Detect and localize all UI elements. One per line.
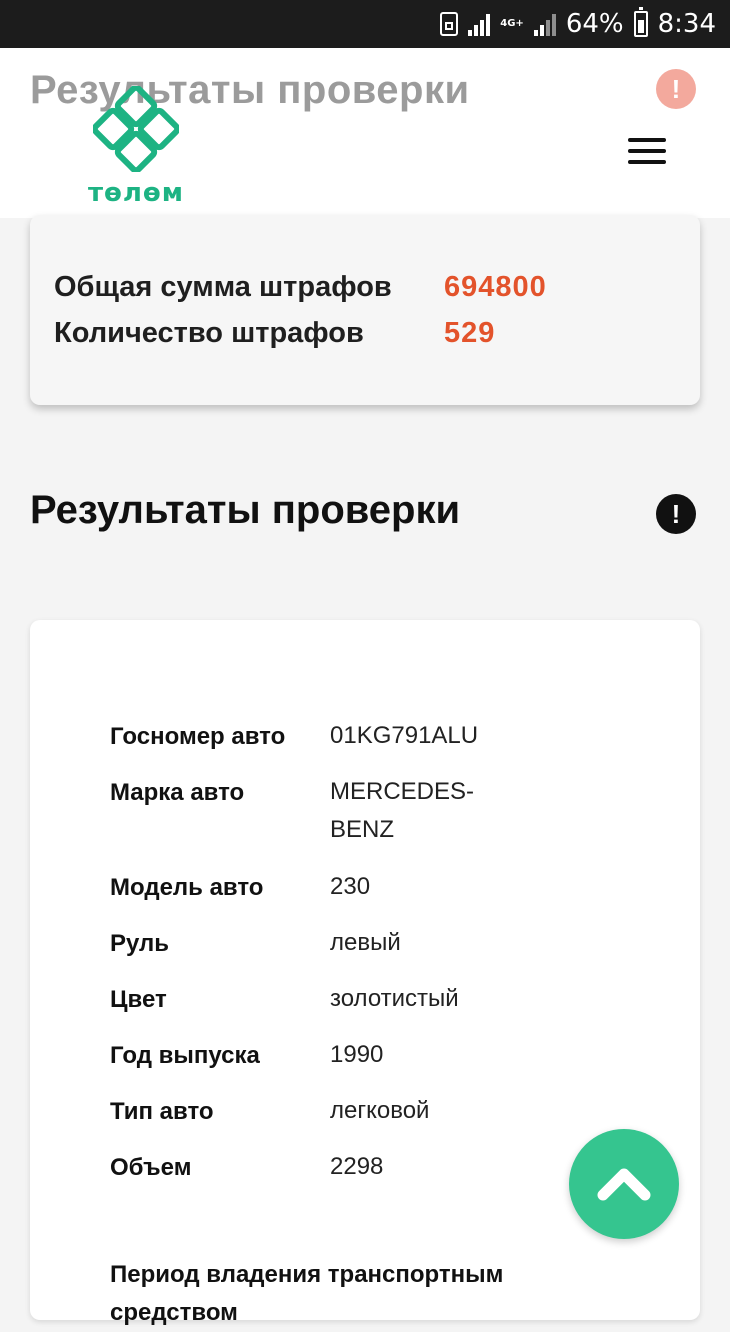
detail-label: Объем bbox=[110, 1154, 192, 1181]
signal-icon bbox=[468, 12, 491, 36]
logo-text: төлөм bbox=[87, 178, 185, 208]
detail-label: Год выпуска bbox=[110, 1042, 260, 1069]
total-fines-row: Общая сумма штрафов 694800 bbox=[54, 271, 546, 304]
detail-value: 01KG791ALU bbox=[330, 722, 479, 749]
battery-icon bbox=[633, 7, 648, 37]
exclamation-icon[interactable]: ! bbox=[656, 494, 696, 534]
detail-label: Тип авто bbox=[110, 1098, 214, 1125]
total-fines-label: Общая сумма штрафов bbox=[54, 271, 392, 303]
ownership-period-label: Период владения транспортным средством bbox=[110, 1261, 504, 1326]
detail-value: легковой bbox=[330, 1097, 430, 1124]
results-title: Результаты проверки bbox=[30, 488, 461, 532]
detail-value: 2298 bbox=[330, 1153, 384, 1180]
status-icons: 4G+ 64% 8:34 bbox=[440, 0, 716, 48]
clock: 8:34 bbox=[657, 9, 716, 39]
sim-card-icon bbox=[440, 12, 459, 36]
battery-percent: 64% bbox=[565, 9, 624, 39]
fines-count-value: 529 bbox=[444, 317, 496, 349]
logo-mark-icon bbox=[93, 86, 179, 172]
detail-label: Руль bbox=[110, 930, 170, 957]
detail-value: MERCEDES-BENZ bbox=[330, 778, 475, 843]
telom-logo[interactable]: төлөм bbox=[86, 86, 186, 208]
ghost-alert-icon: ! bbox=[656, 69, 696, 109]
fines-count-label: Количество штрафов bbox=[54, 317, 364, 349]
status-bar: 4G+ 64% 8:34 bbox=[0, 0, 730, 48]
detail-label: Госномер авто bbox=[110, 723, 286, 750]
detail-label: Марка авто bbox=[110, 779, 245, 806]
detail-value: левый bbox=[330, 929, 401, 956]
detail-label: Цвет bbox=[110, 986, 167, 1013]
network-type: 4G+ bbox=[500, 18, 524, 29]
detail-value: золотистый bbox=[330, 985, 459, 1012]
scroll-top-button[interactable] bbox=[569, 1129, 679, 1239]
fines-summary-card: Общая сумма штрафов 694800 Количество шт… bbox=[30, 215, 700, 405]
signal-icon-2 bbox=[533, 12, 556, 36]
chevron-up-icon bbox=[597, 1168, 651, 1201]
detail-value: 230 bbox=[330, 873, 371, 900]
hamburger-menu-button[interactable] bbox=[628, 138, 668, 164]
detail-value: 1990 bbox=[330, 1041, 384, 1068]
total-fines-value: 694800 bbox=[444, 271, 547, 303]
detail-label: Модель авто bbox=[110, 874, 264, 901]
fines-count-row: Количество штрафов 529 bbox=[54, 317, 494, 350]
